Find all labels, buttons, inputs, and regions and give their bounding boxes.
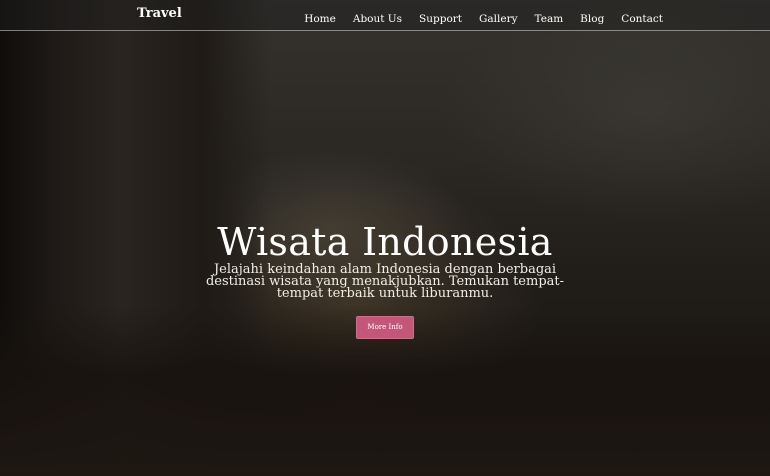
brand-logo[interactable]: Travel bbox=[137, 6, 182, 21]
nav-link-contact[interactable]: Contact bbox=[621, 13, 663, 25]
top-navbar: Travel Home About Us Support Gallery Tea… bbox=[0, 0, 770, 31]
nav-menu: Home About Us Support Gallery Team Blog … bbox=[304, 7, 663, 26]
hero-section: Travel Home About Us Support Gallery Tea… bbox=[0, 0, 770, 476]
nav-link-blog[interactable]: Blog bbox=[580, 13, 604, 25]
hero-title: Wisata Indonesia bbox=[217, 220, 553, 264]
nav-link-gallery[interactable]: Gallery bbox=[479, 13, 518, 25]
hero-subtitle: Jelajahi keindahan alam Indonesia dengan… bbox=[205, 262, 565, 301]
nav-link-about-us[interactable]: About Us bbox=[353, 13, 402, 25]
nav-link-support[interactable]: Support bbox=[419, 13, 462, 25]
more-info-button[interactable]: More Info bbox=[356, 316, 414, 339]
hero-content: Wisata Indonesia Jelajahi keindahan alam… bbox=[0, 220, 770, 339]
nav-link-home[interactable]: Home bbox=[304, 13, 336, 25]
nav-link-team[interactable]: Team bbox=[535, 13, 564, 25]
